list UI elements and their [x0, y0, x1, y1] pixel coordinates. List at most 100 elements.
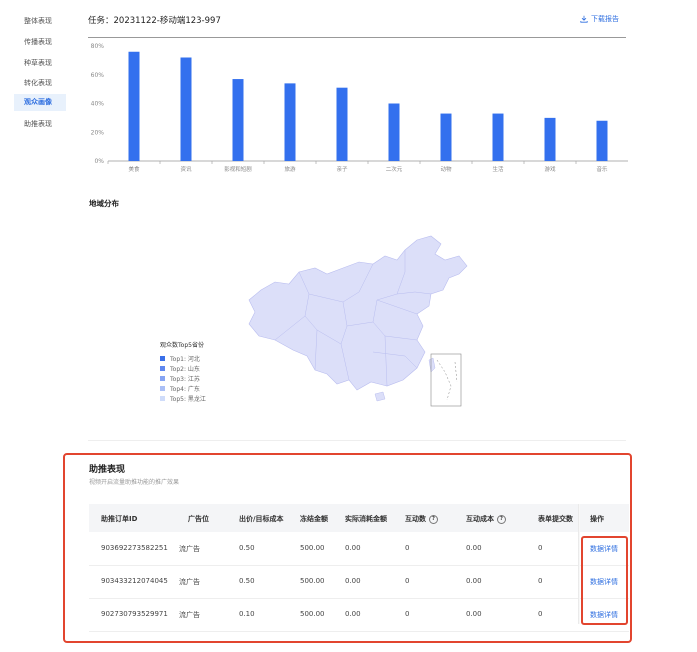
map-legend: 观众数Top5省份 Top1: 河北 Top2: 山东 Top3: 江苏 Top4: … — [160, 340, 206, 403]
cell-interaction-cost: 0.00 — [466, 544, 482, 552]
fixed-column-shadow — [578, 504, 580, 624]
legend-swatch — [160, 365, 165, 371]
cell-interaction-cost: 0.00 — [466, 577, 482, 585]
cell-order-id: 903433212074045 — [101, 577, 168, 585]
china-map — [248, 235, 468, 407]
x-tick-label: 旅游 — [284, 165, 296, 173]
y-tick-label: 60% — [91, 72, 105, 79]
bar[interactable] — [128, 51, 140, 161]
y-tick-label: 20% — [91, 129, 105, 136]
col-header-interaction-cost-label: 互动成本 — [466, 515, 494, 523]
cell-spent: 0.00 — [345, 610, 361, 618]
map-taiwan — [428, 357, 436, 373]
sidebar-item-spread[interactable]: 传播表现 — [14, 34, 64, 51]
cell-bid: 0.10 — [239, 610, 255, 618]
boost-section-subtitle: 视频开启流量助推功能的推广效果 — [89, 479, 180, 486]
cell-frozen: 500.00 — [300, 577, 325, 585]
sidebar: 整体表现 传播表现 种草表现 转化表现 观众画像 助推表现 — [0, 0, 72, 440]
legend-item: Top3: 江苏 — [160, 373, 206, 383]
col-header-bid: 出价/目标成本 — [239, 515, 284, 523]
cell-ad-slot: 流广告 — [179, 545, 200, 553]
x-tick-label: 美食 — [128, 165, 140, 173]
download-icon — [580, 15, 588, 23]
y-tick-label: 40% — [91, 101, 105, 108]
cell-forms: 0 — [538, 610, 543, 618]
col-header-ad-slot: 广告位 — [188, 515, 209, 523]
sidebar-item-overall[interactable]: 整体表现 — [14, 13, 64, 30]
cell-bid: 0.50 — [239, 577, 255, 585]
table-header: 助推订单ID 广告位 出价/目标成本 冻结金额 实际消耗金额 互动数? 互动成本… — [89, 504, 629, 532]
cell-bid: 0.50 — [239, 544, 255, 552]
bar[interactable] — [492, 113, 504, 161]
col-header-interactions: 互动数? — [405, 514, 438, 524]
table-row: 902730793529971 流广告 0.10 500.00 0.00 0 0.00 0 数据… — [89, 598, 629, 632]
legend-swatch — [160, 355, 165, 361]
bar[interactable] — [596, 120, 608, 161]
col-header-order-id: 助推订单ID — [101, 515, 138, 523]
cell-interactions: 0 — [405, 544, 410, 552]
download-report-label: 下载报告 — [591, 15, 619, 23]
col-header-interaction-cost: 互动成本? — [466, 514, 506, 524]
legend-label: Top5: 黑龙江 — [170, 395, 206, 403]
download-report-button[interactable]: 下载报告 — [580, 14, 619, 24]
bar[interactable] — [336, 87, 348, 161]
cell-order-id: 902730793529971 — [101, 610, 168, 618]
col-header-spent: 实际消耗金额 — [345, 515, 387, 523]
map-south-sea-islands — [436, 359, 458, 401]
question-circle-icon[interactable]: ? — [497, 514, 506, 524]
legend-swatch — [160, 375, 165, 381]
section-divider — [88, 440, 626, 441]
col-header-forms: 表单提交数 — [538, 515, 573, 523]
cell-spent: 0.00 — [345, 577, 361, 585]
x-tick-label: 亲子 — [336, 165, 348, 173]
col-header-action: 操作 — [590, 515, 604, 523]
x-tick-label: 动物 — [440, 165, 452, 173]
task-title: 任务：20231122-移动端123-997 — [88, 16, 221, 26]
sidebar-item-seeding[interactable]: 种草表现 — [14, 55, 64, 72]
legend-item: Top1: 河北 — [160, 353, 206, 363]
cell-frozen: 500.00 — [300, 610, 325, 618]
map-section-title: 地域分布 — [89, 199, 119, 208]
bar[interactable] — [284, 83, 296, 161]
legend-item: Top4: 广东 — [160, 383, 206, 393]
sidebar-item-conversion[interactable]: 转化表现 — [14, 75, 64, 92]
cell-ad-slot: 流广告 — [179, 578, 200, 586]
bar[interactable] — [180, 57, 192, 162]
cell-order-id: 903692273582251 — [101, 544, 168, 552]
x-tick-label: 二次元 — [386, 165, 403, 173]
boost-section-title: 助推表现 — [89, 465, 126, 475]
legend-label: Top2: 山东 — [170, 365, 200, 373]
interest-bar-chart: 0% 20% 40% 60% 80% 美食 资讯 影视和短剧 旅游 亲子 二次元 动物 生活 游戏 音乐 — [91, 43, 628, 173]
legend-item: Top2: 山东 — [160, 363, 206, 373]
bar[interactable] — [388, 103, 400, 162]
x-tick-label: 音乐 — [596, 165, 608, 173]
legend-label: Top3: 江苏 — [170, 375, 200, 383]
bar[interactable] — [440, 113, 452, 161]
x-tick-label: 影视和短剧 — [224, 165, 252, 173]
map-hainan — [374, 391, 386, 402]
col-header-interactions-label: 互动数 — [405, 515, 426, 523]
sidebar-item-boost[interactable]: 助推表现 — [14, 116, 64, 133]
cell-frozen: 500.00 — [300, 544, 325, 552]
question-circle-icon[interactable]: ? — [429, 514, 438, 524]
legend-item: Top5: 黑龙江 — [160, 393, 206, 403]
x-tick-label: 游戏 — [544, 165, 556, 173]
x-tick-label: 生活 — [492, 165, 504, 173]
cell-interactions: 0 — [405, 610, 410, 618]
bar[interactable] — [232, 79, 244, 161]
y-tick-label: 0% — [94, 158, 104, 165]
cell-interaction-cost: 0.00 — [466, 610, 482, 618]
cell-spent: 0.00 — [345, 544, 361, 552]
cell-forms: 0 — [538, 577, 543, 585]
header-divider — [88, 37, 626, 38]
cell-ad-slot: 流广告 — [179, 611, 200, 619]
map-legend-title: 观众数Top5省份 — [160, 342, 204, 349]
bar[interactable] — [544, 117, 556, 161]
table-row: 903433212074045 流广告 0.50 500.00 0.00 0 0.00 0 数据… — [89, 565, 629, 599]
cell-forms: 0 — [538, 544, 543, 552]
sidebar-item-audience[interactable]: 观众画像 — [14, 94, 66, 111]
col-header-frozen: 冻结金额 — [300, 515, 328, 523]
legend-label: Top4: 广东 — [170, 385, 200, 393]
cell-interactions: 0 — [405, 577, 410, 585]
x-tick-label: 资讯 — [180, 165, 192, 173]
